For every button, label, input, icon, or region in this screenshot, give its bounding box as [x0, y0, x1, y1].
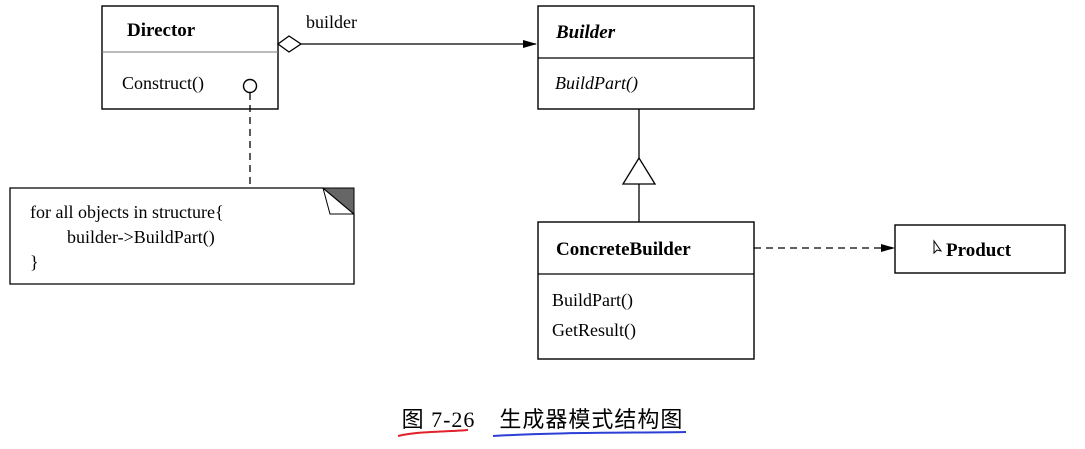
note-line-1: for all objects in structure{ [30, 202, 224, 222]
director-operation-construct: Construct() [122, 73, 204, 94]
builder-operation-buildpart: BuildPart() [555, 73, 638, 94]
builder-association: builder [276, 12, 537, 53]
note-anchor-circle [242, 78, 258, 94]
concrete-builder-operation-buildpart: BuildPart() [552, 290, 633, 311]
director-class: Director Construct() [101, 5, 279, 110]
builder-name: Builder [555, 22, 616, 43]
association-label: builder [306, 12, 357, 32]
builder-class: Builder BuildPart() [537, 5, 755, 110]
generalization [621, 109, 657, 222]
concrete-builder-operation-getresult: GetResult() [552, 320, 636, 341]
aggregation-diamond-icon [276, 35, 303, 53]
inheritance-triangle-icon [621, 156, 657, 185]
note-line-3: } [30, 252, 39, 272]
product-name: Product [946, 240, 1012, 261]
product-class: Product [894, 224, 1066, 274]
caption-number: 图 7-26 [401, 407, 476, 432]
caption-title: 生成器模式结构图 [499, 407, 684, 432]
note-line-2: builder->BuildPart() [67, 227, 215, 248]
concrete-builder-class: ConcreteBuilder BuildPart() GetResult() [537, 221, 755, 360]
concrete-builder-name: ConcreteBuilder [556, 239, 691, 260]
figure-caption: 图 7-26 生成器模式结构图 [0, 402, 1085, 434]
director-name: Director [127, 20, 196, 41]
note: for all objects in structure{ builder->B… [9, 93, 355, 285]
uml-diagram: Director Construct() builder Builder Bui… [9, 5, 1066, 437]
